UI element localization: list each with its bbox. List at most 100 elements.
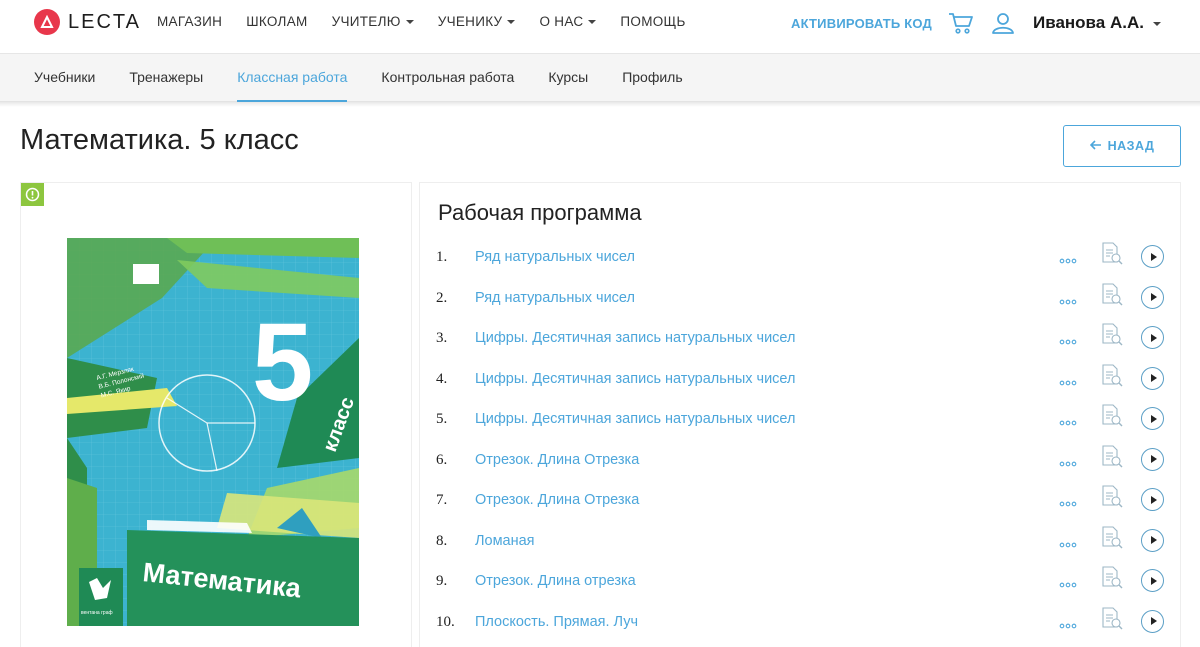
play-triangle xyxy=(1150,414,1157,423)
nav-item-help[interactable]: ПОМОЩЬ xyxy=(620,14,685,29)
lesson-row: 6. Отрезок. Длина Отрезка xyxy=(420,441,1180,481)
play-triangle xyxy=(1150,252,1157,261)
book-cover[interactable]: 5 класс А.Г. Мерзляк В.Б. Полонский М.С.… xyxy=(67,238,359,626)
lesson-row: 10. Плоскость. Прямая. Луч xyxy=(420,603,1180,643)
more-dots-icon[interactable] xyxy=(1059,252,1077,264)
lesson-row: 3. Цифры. Десятичная запись натуральных … xyxy=(420,319,1180,359)
tab-textbooks[interactable]: Учебники xyxy=(34,54,95,102)
nav-item-shop[interactable]: МАГАЗИН xyxy=(157,14,222,29)
program-title: Рабочая программа xyxy=(438,200,642,225)
lesson-number: 10. xyxy=(436,613,455,630)
more-dots-icon[interactable] xyxy=(1059,495,1077,507)
play-icon[interactable] xyxy=(1141,285,1164,309)
play-triangle xyxy=(1150,293,1157,301)
user-icon[interactable] xyxy=(991,11,1015,40)
document-search-icon[interactable] xyxy=(1101,525,1123,550)
lesson-link[interactable]: Цифры. Десятичная запись натуральных чис… xyxy=(475,371,795,387)
lesson-row: 1. Ряд натуральных чисел xyxy=(420,238,1180,278)
tab-courses[interactable]: Курсы xyxy=(548,54,588,102)
document-search-icon[interactable] xyxy=(1101,282,1123,307)
play-icon[interactable] xyxy=(1141,366,1164,390)
lesson-row: 4. Цифры. Десятичная запись натуральных … xyxy=(420,360,1180,400)
play-icon[interactable] xyxy=(1141,528,1164,552)
lesson-number: 4. xyxy=(436,370,448,387)
document-search-icon[interactable] xyxy=(1101,606,1123,631)
more-dots-icon[interactable] xyxy=(1059,374,1077,385)
lesson-link[interactable]: Отрезок. Длина Отрезка xyxy=(475,452,639,468)
document-search-icon[interactable] xyxy=(1101,566,1123,590)
nav-item-student[interactable]: УЧЕНИКУ xyxy=(438,14,516,29)
nav-item-label: ШКОЛАМ xyxy=(246,14,308,29)
lesson-link[interactable]: Плоскость. Прямая. Луч xyxy=(475,614,638,630)
nav-item-label: О НАС xyxy=(539,14,584,29)
tab-classwork[interactable]: Классная работа xyxy=(237,54,348,102)
chevron-down-icon xyxy=(588,20,597,24)
info-icon[interactable] xyxy=(21,183,44,206)
document-search-icon[interactable] xyxy=(1101,485,1123,509)
lesson-row: 5. Цифры. Десятичная запись натуральных … xyxy=(420,400,1180,440)
play-icon[interactable] xyxy=(1141,407,1164,430)
user-menu[interactable]: Иванова А.А. xyxy=(1033,13,1161,33)
more-dots-icon[interactable] xyxy=(1059,414,1077,426)
lesson-link[interactable]: Цифры. Десятичная запись натуральных чис… xyxy=(475,411,795,427)
sub-nav: Учебники Тренажеры Классная работа Контр… xyxy=(0,54,1200,102)
lesson-row: 8. Ломаная xyxy=(420,522,1180,562)
nav-item-about[interactable]: О НАС xyxy=(539,14,597,29)
more-dots-icon[interactable] xyxy=(1059,455,1077,466)
more-dots-icon[interactable] xyxy=(1059,333,1077,345)
document-search-icon[interactable] xyxy=(1101,242,1123,266)
document-search-icon[interactable] xyxy=(1101,363,1123,388)
book-grade-number: 5 xyxy=(252,301,313,424)
play-triangle xyxy=(1150,536,1157,544)
cart-icon[interactable] xyxy=(948,11,974,40)
play-icon[interactable] xyxy=(1141,245,1164,268)
more-dots-icon[interactable] xyxy=(1059,536,1077,547)
lesson-link[interactable]: Ряд натуральных чисел xyxy=(475,249,635,265)
tab-tests[interactable]: Контрольная работа xyxy=(381,54,514,102)
nav-item-label: МАГАЗИН xyxy=(157,14,223,29)
lesson-link[interactable]: Ряд натуральных чисел xyxy=(475,290,635,306)
lesson-number: 2. xyxy=(436,289,448,306)
play-triangle xyxy=(1150,374,1157,382)
play-icon[interactable] xyxy=(1141,609,1164,633)
nav-item-label: УЧИТЕЛЮ xyxy=(331,14,401,29)
document-search-icon[interactable] xyxy=(1101,404,1123,428)
tab-trainers[interactable]: Тренажеры xyxy=(129,54,203,102)
play-icon[interactable] xyxy=(1141,569,1164,592)
back-button-label: НАЗАД xyxy=(1107,139,1155,153)
more-dots-icon[interactable] xyxy=(1059,293,1077,304)
play-icon[interactable] xyxy=(1141,447,1164,471)
chevron-down-icon xyxy=(507,20,516,24)
lesson-number: 1. xyxy=(436,249,448,265)
lesson-number: 6. xyxy=(436,451,448,468)
nav-item-label: УЧЕНИКУ xyxy=(437,14,503,29)
lesson-link[interactable]: Отрезок. Длина отрезка xyxy=(475,573,636,589)
nav-item-schools[interactable]: ШКОЛАМ xyxy=(246,14,307,29)
lesson-link[interactable]: Отрезок. Длина Отрезка xyxy=(475,492,639,508)
nav-item-teacher[interactable]: УЧИТЕЛЮ xyxy=(332,14,414,29)
document-search-icon[interactable] xyxy=(1101,323,1123,347)
lesson-link[interactable]: Цифры. Десятичная запись натуральных чис… xyxy=(475,330,795,346)
play-triangle xyxy=(1150,495,1157,504)
play-icon[interactable] xyxy=(1141,326,1164,349)
nav-item-label: ПОМОЩЬ xyxy=(620,14,686,29)
page-title: Математика. 5 класс xyxy=(20,124,299,156)
logo-text: LECTA xyxy=(68,10,141,33)
play-icon[interactable] xyxy=(1141,488,1164,511)
activate-code-link[interactable]: АКТИВИРОВАТЬ КОД xyxy=(791,16,932,31)
back-button[interactable]: НАЗАД xyxy=(1063,125,1181,167)
tab-profile[interactable]: Профиль xyxy=(622,54,682,102)
lesson-link[interactable]: Ломаная xyxy=(475,533,535,549)
more-dots-icon[interactable] xyxy=(1059,576,1077,588)
program-panel: Рабочая программа 1. Ряд натуральных чис… xyxy=(419,182,1181,647)
more-dots-icon[interactable] xyxy=(1059,617,1077,628)
play-triangle xyxy=(1150,333,1157,342)
play-triangle xyxy=(1150,455,1157,463)
lecta-logo-icon xyxy=(34,9,60,35)
lesson-number: 8. xyxy=(436,532,448,549)
lecta-logo[interactable]: LECTA xyxy=(34,9,141,35)
document-search-icon[interactable] xyxy=(1101,444,1123,469)
lesson-number: 9. xyxy=(436,573,448,589)
lesson-number: 3. xyxy=(436,330,448,346)
lesson-number: 5. xyxy=(436,411,448,427)
